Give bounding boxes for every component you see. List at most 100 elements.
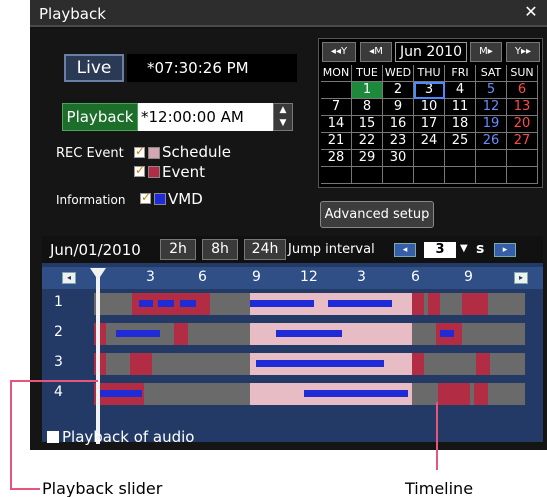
calendar-day (352, 167, 383, 184)
calendar-day[interactable]: 24 (414, 133, 445, 150)
playback-time-input[interactable]: *12:00:00 AM (138, 103, 273, 131)
playback-of-audio-label: Playback of audio (62, 428, 195, 446)
spinner-up-icon[interactable]: ▲ (274, 104, 292, 117)
tick-label: 9 (464, 269, 473, 285)
calendar-day[interactable]: 29 (352, 150, 383, 167)
camera-track[interactable] (94, 293, 525, 315)
calendar-day (507, 167, 538, 184)
live-button[interactable]: Live (64, 54, 124, 82)
spinner-down-icon[interactable]: ▼ (274, 117, 292, 130)
event-segment (412, 293, 424, 315)
slider-callout-line (10, 488, 40, 490)
calendar-day[interactable]: 5 (476, 82, 507, 99)
calendar-day (445, 167, 476, 184)
playback-time-spinner[interactable]: ▲ ▼ (273, 103, 293, 131)
timeline-scroll-right-button[interactable]: ▸ (514, 272, 528, 284)
calendar-day[interactable]: 13 (507, 99, 538, 116)
vmd-segment (250, 300, 314, 307)
event-segment (438, 383, 470, 405)
playback-window: Playback ✕ Live *07:30:26 PM Playback *1… (30, 0, 547, 450)
zoom-2h-button[interactable]: 2h (160, 239, 196, 260)
camera-track[interactable] (94, 383, 525, 405)
event-label: Event (162, 163, 205, 181)
calendar-day[interactable]: 6 (507, 82, 538, 99)
playback-slider[interactable] (96, 274, 100, 444)
schedule-label: Schedule (162, 143, 231, 161)
calendar: ◂◂Y ◂M Jun 2010 M▸ Y▸▸ MON TUE WED THU FRI SA… (318, 38, 543, 188)
vmd-segment (98, 390, 142, 397)
calendar-day[interactable]: 8 (352, 99, 383, 116)
calendar-day[interactable]: 4 (445, 82, 476, 99)
jump-interval-value[interactable]: 3 (424, 242, 456, 258)
calendar-day[interactable]: 15 (352, 116, 383, 133)
calendar-weekday: MON (321, 65, 352, 82)
camera-track[interactable] (94, 353, 525, 375)
calendar-day[interactable]: 28 (321, 150, 352, 167)
calendar-day[interactable]: 18 (445, 116, 476, 133)
calendar-day[interactable]: 21 (321, 133, 352, 150)
calendar-day[interactable]: 25 (445, 133, 476, 150)
calendar-day[interactable]: 7 (321, 99, 352, 116)
next-year-button[interactable]: Y▸▸ (506, 42, 540, 62)
calendar-day[interactable]: 9 (383, 99, 414, 116)
rec-event-label: REC Event (56, 146, 124, 161)
event-segment (474, 383, 488, 405)
calendar-day-today[interactable]: 3 (414, 82, 445, 99)
calendar-month: Jun 2010 (395, 42, 467, 62)
event-checkbox[interactable] (134, 163, 145, 177)
calendar-day[interactable]: 11 (445, 99, 476, 116)
advanced-setup-button[interactable]: Advanced setup (320, 201, 434, 228)
calendar-day[interactable]: 14 (321, 116, 352, 133)
camera-label: 3 (54, 354, 63, 370)
jump-back-button[interactable]: ◂ (394, 243, 416, 257)
schedule-checkbox[interactable] (134, 144, 145, 158)
vmd-checkbox[interactable] (140, 190, 151, 204)
timeline-scroll-left-button[interactable]: ◂ (62, 272, 76, 284)
event-segment (174, 323, 188, 345)
calendar-day[interactable]: 16 (383, 116, 414, 133)
zoom-8h-button[interactable]: 8h (202, 239, 238, 260)
calendar-day[interactable]: 26 (476, 133, 507, 150)
live-time-display: *07:30:26 PM (127, 54, 297, 82)
event-segment (462, 293, 488, 315)
calendar-day[interactable]: 12 (476, 99, 507, 116)
prev-year-button[interactable]: ◂◂Y (322, 42, 356, 62)
timeline-date: Jun/01/2010 (50, 241, 141, 259)
calendar-weekday: THU (414, 65, 445, 82)
calendar-day[interactable]: 20 (507, 116, 538, 133)
playback-slider-handle[interactable] (90, 268, 106, 280)
close-icon[interactable]: ✕ (522, 3, 540, 21)
calendar-weekday: SAT (476, 65, 507, 82)
calendar-day[interactable]: 30 (383, 150, 414, 167)
zoom-24h-button[interactable]: 24h (244, 239, 286, 260)
playback-of-audio-checkbox[interactable] (47, 431, 59, 443)
camera-track[interactable] (94, 323, 525, 345)
jump-interval-unit: s (476, 241, 485, 257)
window-title: Playback (39, 5, 106, 23)
timeline-caption: Timeline (405, 479, 474, 497)
calendar-day[interactable]: 23 (383, 133, 414, 150)
calendar-day[interactable]: 2 (383, 82, 414, 99)
information-label: Information (56, 193, 126, 207)
calendar-day[interactable]: 22 (352, 133, 383, 150)
prev-month-button[interactable]: ◂M (360, 42, 392, 62)
calendar-day[interactable]: 17 (414, 116, 445, 133)
calendar-day (414, 167, 445, 184)
tick-label: 3 (146, 269, 155, 285)
jump-interval-dropdown-icon[interactable]: ▼ (460, 243, 468, 254)
calendar-day-selected[interactable]: 1 (352, 82, 383, 99)
calendar-day (321, 82, 352, 99)
calendar-day[interactable]: 10 (414, 99, 445, 116)
event-color-swatch (148, 166, 160, 178)
calendar-day (383, 167, 414, 184)
next-month-button[interactable]: M▸ (470, 42, 502, 62)
playback-button[interactable]: Playback (62, 103, 138, 131)
slider-callout-line (10, 380, 12, 490)
camera-label: 4 (54, 384, 63, 400)
calendar-day[interactable]: 19 (476, 116, 507, 133)
vmd-label: VMD (168, 190, 203, 208)
calendar-day[interactable]: 27 (507, 133, 538, 150)
calendar-weekday: FRI (445, 65, 476, 82)
calendar-day (414, 150, 445, 167)
jump-forward-button[interactable]: ▸ (494, 243, 516, 257)
